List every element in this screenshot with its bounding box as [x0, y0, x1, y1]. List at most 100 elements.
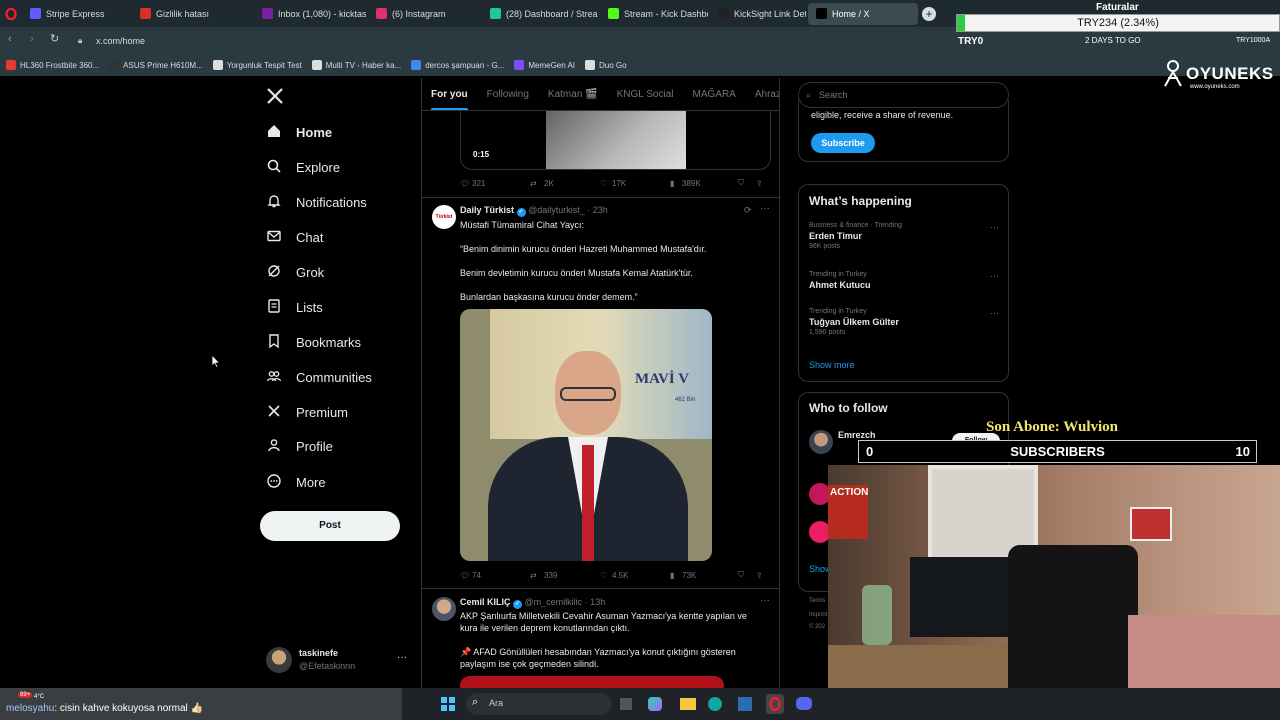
share-icon[interactable]: ⇪	[756, 179, 763, 188]
tweet-avatar[interactable]: Türkist	[432, 205, 456, 229]
like-icon[interactable]: ♡	[600, 179, 612, 188]
tweet-more-icon[interactable]: ···	[760, 203, 770, 214]
browser-tab[interactable]: Stripe Express	[22, 3, 130, 25]
bookmark-item[interactable]: dercos şampuan - G...	[411, 60, 504, 70]
search-icon: ⌕	[472, 696, 479, 708]
share-icon[interactable]: ⇪	[756, 571, 763, 580]
nav-item-more[interactable]: More	[266, 473, 326, 492]
bookmark-favicon-icon	[514, 60, 525, 70]
account-more-icon[interactable]: ···	[397, 652, 407, 663]
panel-title: What’s happening	[809, 194, 912, 208]
nav-item-chat[interactable]: Chat	[266, 228, 323, 247]
new-tab-button[interactable]: +	[922, 6, 936, 21]
bookmark-favicon-icon	[411, 60, 422, 70]
browser-tab[interactable]: Home / X	[808, 2, 918, 25]
trend-name: Tuğyan Ülkem Gülter	[809, 317, 899, 327]
tweet-image[interactable]: MAVİ V 462 Bin	[460, 309, 712, 561]
trend-item[interactable]: Trending in Turkey Tuğyan Ülkem Gülter 1,5…	[809, 308, 999, 336]
bookmark-item[interactable]: Yorgunluk Tespit Test	[212, 60, 302, 70]
tweet-author-name[interactable]: Cemil KILIÇ	[460, 597, 511, 607]
feed-tab[interactable]: Katman 🎬	[548, 89, 598, 100]
oyuneks-mascot-icon	[1164, 60, 1182, 87]
verified-badge-icon: ✓	[516, 208, 526, 217]
reload-icon[interactable]: ↻	[50, 32, 59, 45]
feed-tab[interactable]: KNGL Social	[617, 89, 674, 100]
follow-suggestion-name[interactable]: Emrezch	[838, 430, 876, 440]
tweet-avatar[interactable]	[432, 597, 456, 621]
avatar[interactable]	[809, 430, 833, 454]
trend-item[interactable]: Business & finance · Trending Erden Timur…	[809, 222, 999, 250]
subscribe-button[interactable]: Subscribe	[811, 133, 875, 153]
store-icon[interactable]	[738, 697, 752, 711]
taskbar-search[interactable]: ⌕ Ara	[466, 693, 612, 715]
back-icon[interactable]: ‹	[8, 33, 12, 45]
repost-icon[interactable]: ⇄	[530, 179, 544, 188]
browser-tab[interactable]: Stream - Kick Dashboard	[600, 3, 708, 25]
bookmark-icon[interactable]: ⛉	[738, 178, 756, 188]
opera-taskbar-icon[interactable]	[766, 694, 784, 714]
edge-icon[interactable]	[708, 697, 722, 711]
feed-tab[interactable]: Following	[487, 89, 529, 100]
bookmark-item[interactable]: Multi TV - Haber ka...	[311, 60, 402, 70]
repost-icon[interactable]: ⇄	[530, 571, 544, 580]
nav-item-communities[interactable]: Communities	[266, 368, 372, 387]
browser-tab[interactable]: KickSight Link Detector	[710, 3, 806, 25]
nav-item-home[interactable]: Home	[266, 123, 332, 142]
trend-more-icon[interactable]: ···	[990, 271, 999, 281]
weather-temp: 4°C	[34, 694, 45, 700]
tweet-more-icon[interactable]: ···	[760, 595, 770, 606]
browser-tab[interactable]: (6) Instagram	[368, 3, 480, 25]
footer-copyright: © 202	[809, 624, 826, 630]
url-field[interactable]: 🔒︎ x.com/home	[72, 33, 952, 49]
nav-label: Home	[296, 125, 333, 140]
trend-item[interactable]: Trending in Turkey Ahmet Kutucu ···	[809, 271, 999, 292]
start-icon[interactable]	[441, 697, 455, 711]
browser-tab[interactable]: Gizlilik hatası	[132, 3, 252, 25]
views-icon[interactable]: ▮	[670, 571, 682, 580]
nav-item-profile[interactable]: Profile	[266, 437, 333, 456]
nav-item-lists[interactable]: Lists	[266, 298, 323, 317]
nav-item-premium[interactable]: Premium	[266, 403, 348, 422]
footer-link[interactable]: Imprint	[809, 612, 827, 618]
bookmark-item[interactable]: ASUS Prime H610M...	[109, 60, 203, 70]
copilot-icon[interactable]	[648, 697, 662, 711]
reply-icon[interactable]: 💬︎	[460, 179, 472, 188]
bookmark-item[interactable]: HL360 Frostbite 360...	[6, 60, 99, 70]
bookmark-favicon-icon	[212, 60, 223, 70]
nav-item-explore[interactable]: Explore	[266, 158, 340, 177]
bookmark-item[interactable]: MemeGen AI	[514, 60, 575, 70]
bookmark-label: Multi TV - Haber ka...	[325, 60, 402, 70]
nav-item-grok[interactable]: Grok	[266, 263, 324, 282]
forward-icon[interactable]: ›	[30, 33, 34, 45]
nav-item-notifications[interactable]: Notifications	[266, 193, 367, 212]
tweet-author-handle: @dailyturkist_ · 23h	[528, 205, 608, 215]
file-explorer-icon[interactable]	[620, 698, 632, 710]
bookmark-item[interactable]: Duo Go	[585, 60, 627, 70]
trend-more-icon[interactable]: ···	[990, 222, 999, 232]
reply-count: 74	[472, 570, 481, 580]
feed-tab[interactable]: For you	[431, 89, 468, 110]
days-to-go-label: 2 DAYS TO GO	[1085, 36, 1141, 45]
tweet-author-name[interactable]: Daily Türkist	[460, 205, 514, 215]
trend-more-icon[interactable]: ···	[990, 308, 999, 318]
bookmark-icon[interactable]: ⛉	[738, 570, 756, 580]
reply-icon[interactable]: 💬︎	[460, 571, 472, 580]
x-logo-icon[interactable]	[266, 87, 284, 110]
feed-tab[interactable]: MAĞARA	[693, 89, 736, 100]
show-more-link[interactable]: Show more	[809, 360, 855, 370]
account-switcher[interactable]: taskinefe @Efetaskinnn ···	[266, 646, 416, 676]
browser-tab[interactable]: Inbox (1,080) - kicktaskin	[254, 3, 366, 25]
post-button[interactable]: Post	[260, 511, 400, 541]
discord-icon[interactable]	[796, 697, 812, 710]
person-icon	[266, 437, 282, 456]
grok-icon[interactable]: ⟳	[744, 205, 752, 216]
goal-target: 10	[1235, 444, 1250, 459]
browser-tab[interactable]: (28) Dashboard / Streamla	[482, 3, 598, 25]
folder-icon[interactable]	[680, 698, 696, 710]
feed-tab[interactable]: Ahrazlar	[755, 89, 779, 100]
nav-item-bookmarks[interactable]: Bookmarks	[266, 333, 361, 352]
like-icon[interactable]: ♡	[600, 571, 612, 580]
footer-link[interactable]: Terms	[809, 598, 825, 604]
opera-logo-icon[interactable]	[0, 3, 22, 25]
views-icon[interactable]: ▮	[670, 179, 682, 188]
